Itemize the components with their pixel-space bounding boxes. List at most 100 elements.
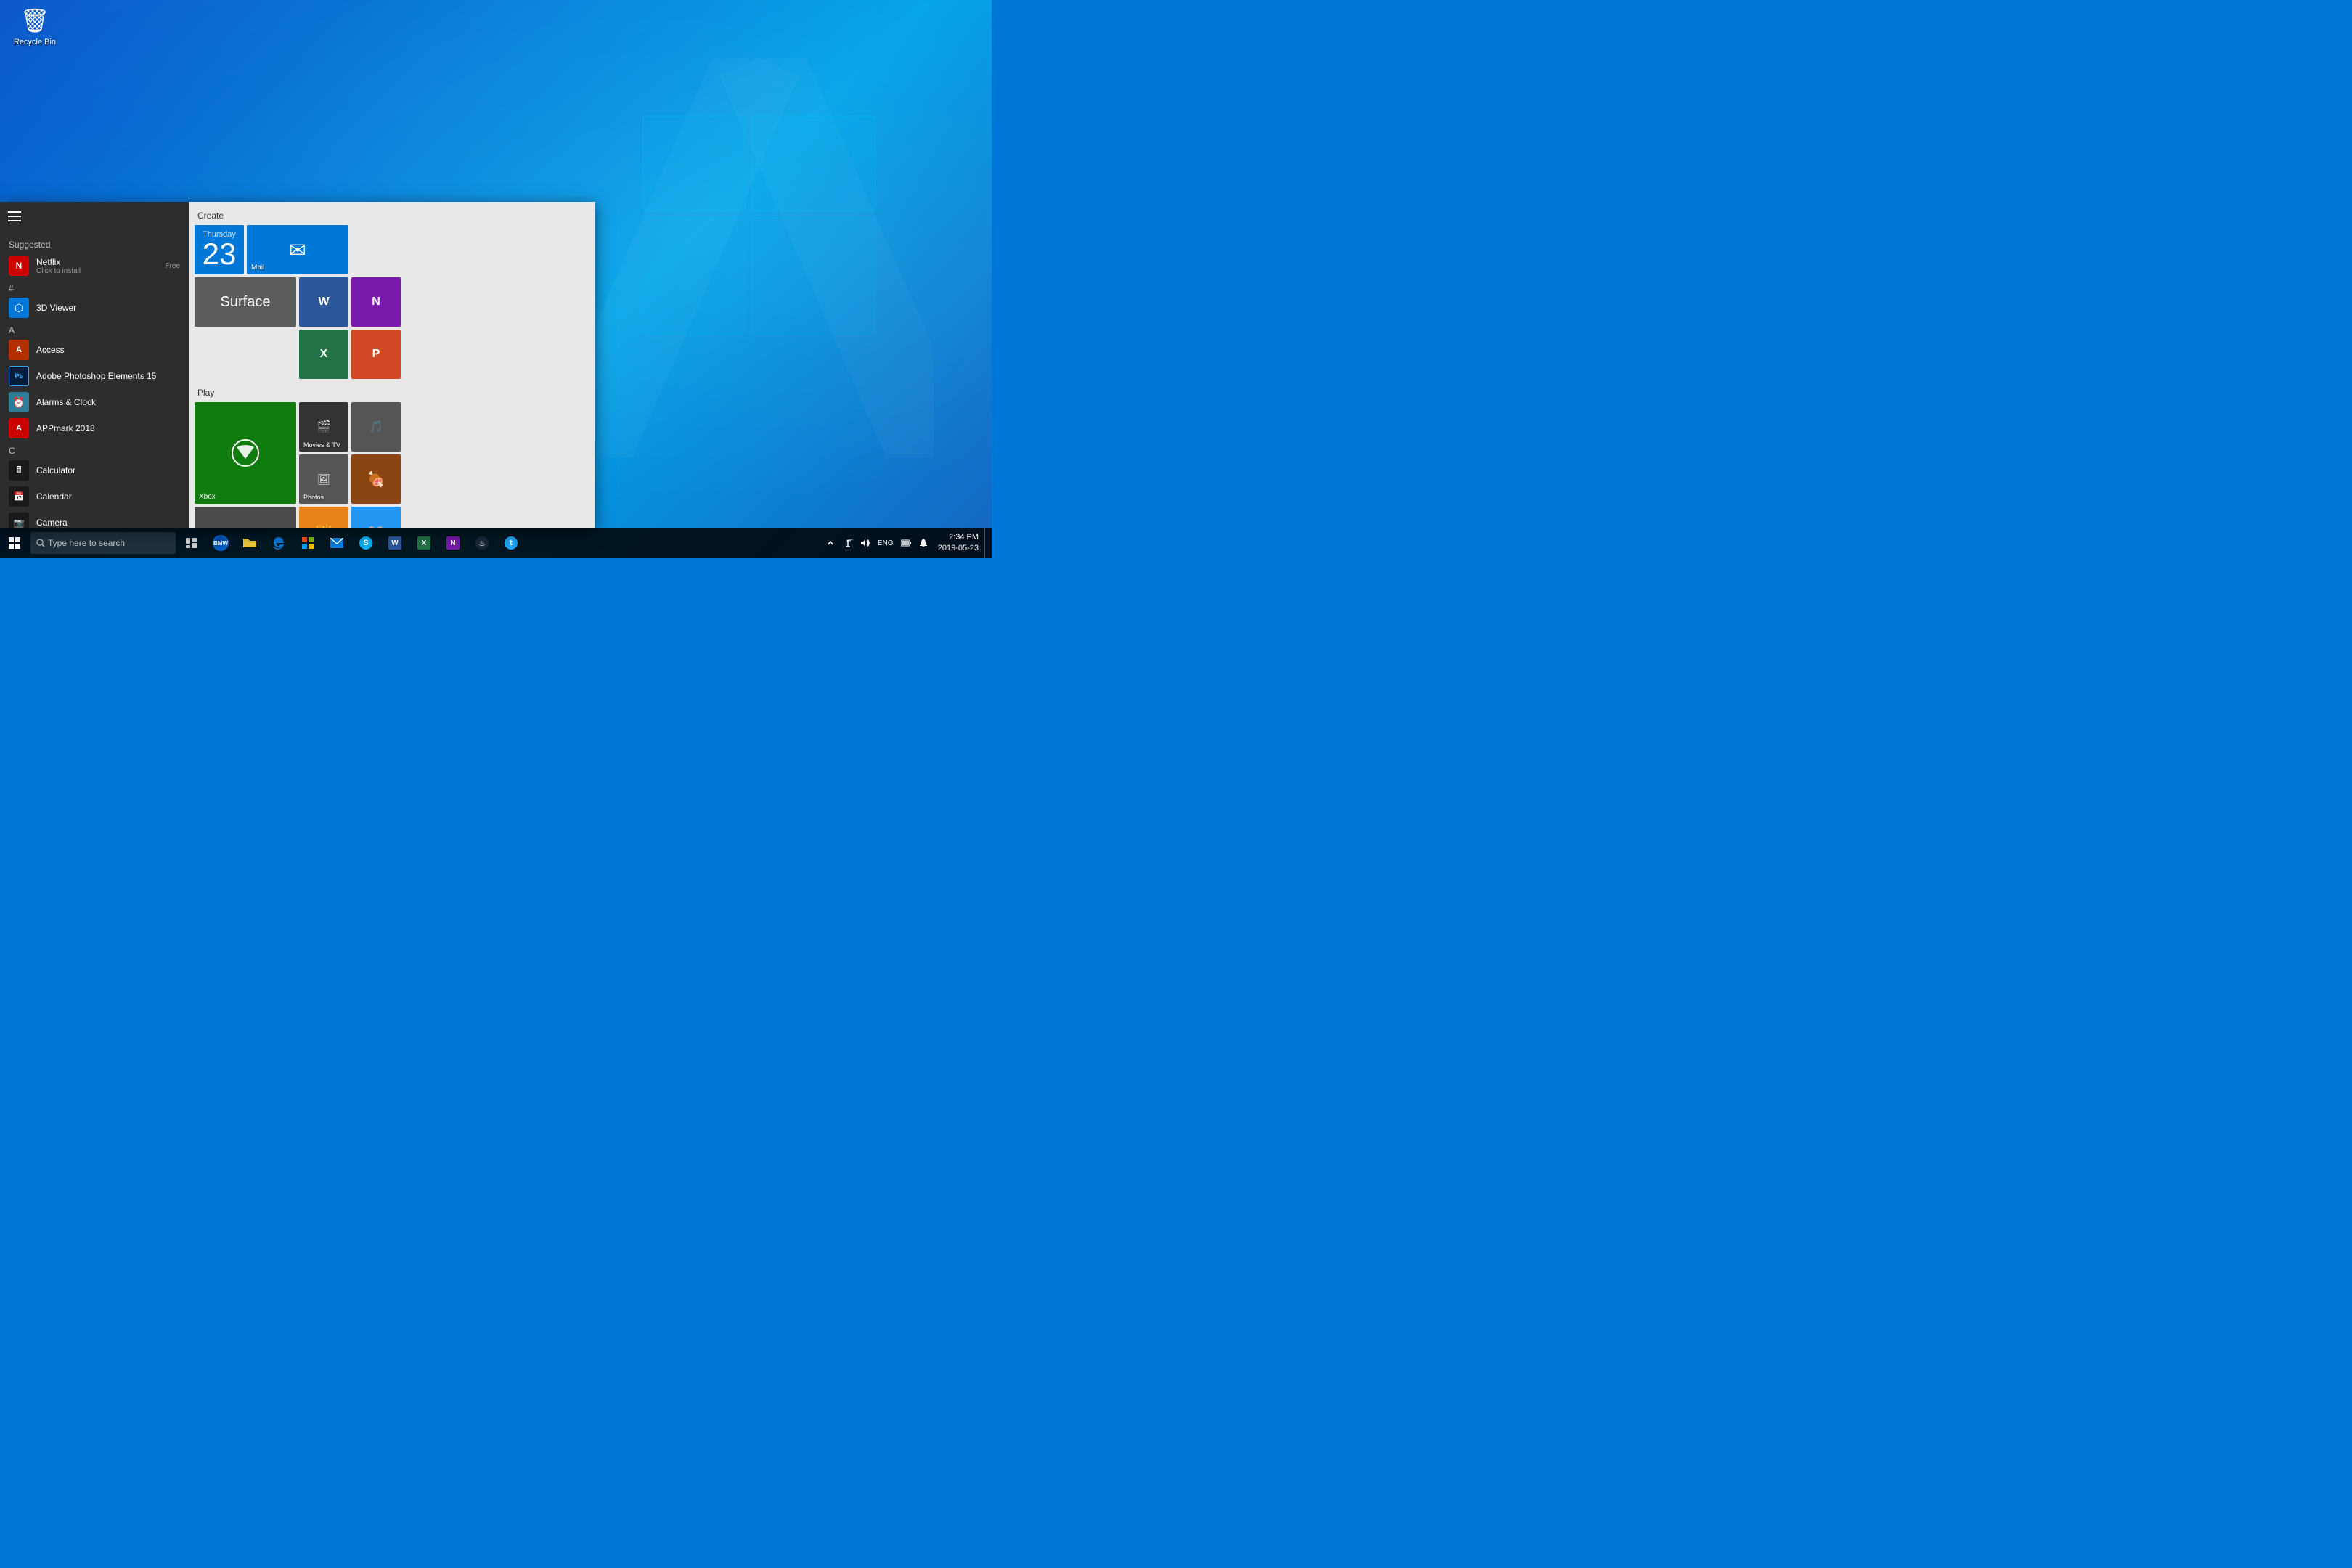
create-tiles-row1: Thursday 23 ✉ Mail [195, 225, 589, 274]
taskbar: Type here to search BMW [0, 528, 992, 558]
excel-icon: X [320, 348, 328, 361]
windows-logo-icon [9, 537, 20, 549]
start-menu-left-panel: Suggested N Netflix Click to install Fre… [0, 202, 189, 528]
mail-taskbar-icon [330, 538, 343, 548]
cluster-row1: 🎬 Movies & TV 🎵 [299, 402, 401, 452]
movies-icon: 🎬 [317, 420, 331, 434]
access-name: Access [36, 345, 180, 355]
desktop: 🗑 Recycle Bin Suggested N Netflix [0, 0, 992, 558]
section-a: A [0, 321, 189, 337]
tile-king[interactable]: 👑 [299, 507, 348, 528]
language-indicator[interactable]: ENG [874, 528, 897, 558]
word-icon: W [318, 295, 329, 309]
3dviewer-name: 3D Viewer [36, 303, 180, 313]
taskbar-excel[interactable]: X [409, 528, 438, 558]
network-icon[interactable] [839, 528, 857, 558]
tile-mickey[interactable]: 🐭 [351, 507, 401, 528]
small-tiles-cluster: 🎬 Movies & TV 🎵 🖼 Photos 🍖 [299, 402, 401, 504]
battery-icon[interactable] [897, 528, 915, 558]
tile-download[interactable]: ↓ [195, 507, 296, 528]
create-tiles-row2: Surface W N X [195, 277, 589, 379]
taskbar-search[interactable]: Type here to search [30, 532, 176, 554]
play-label: Play [195, 385, 589, 402]
chevron-up-icon [828, 540, 833, 546]
tile-xbox[interactable]: Xbox [195, 402, 296, 504]
app-item-appmark[interactable]: A APPmark 2018 [0, 415, 189, 441]
movies-label: Movies & TV [303, 441, 340, 449]
suggested-label: Suggested [0, 234, 189, 253]
show-desktop-button[interactable] [984, 528, 989, 558]
cal-day-name: Thursday [203, 230, 236, 239]
taskbar-steam[interactable]: ♨ [467, 528, 497, 558]
search-placeholder: Type here to search [48, 538, 125, 548]
system-clock[interactable]: 2:34 PM 2019-05-23 [932, 532, 984, 555]
netflix-subtitle: Click to install [36, 267, 165, 275]
app-item-calendar[interactable]: 📅 Calendar [0, 483, 189, 510]
calendar-icon: 📅 [9, 486, 29, 507]
taskbar-onenote[interactable]: N [438, 528, 467, 558]
tile-movies[interactable]: 🎬 Movies & TV [299, 402, 348, 452]
taskbar-twitter[interactable]: t [497, 528, 526, 558]
cluster-row2: 🖼 Photos 🍖 [299, 454, 401, 504]
taskbar-mail[interactable] [322, 528, 351, 558]
taskbar-edge[interactable] [264, 528, 293, 558]
file-explorer-icon [243, 537, 256, 549]
alarms-icon: ⏰ [9, 392, 29, 412]
recycle-bin-icon[interactable]: 🗑 Recycle Bin [6, 6, 64, 46]
app-item-alarms[interactable]: ⏰ Alarms & Clock [0, 389, 189, 415]
taskbar-file-explorer[interactable] [235, 528, 264, 558]
tile-word[interactable]: W [299, 277, 348, 327]
netflix-icon: N [9, 256, 29, 276]
hamburger-icon [8, 211, 21, 221]
taskbar-word[interactable]: W [380, 528, 409, 558]
ppt-icon: P [372, 348, 380, 361]
tile-excel[interactable]: X [299, 330, 348, 379]
app-item-access[interactable]: A Access [0, 337, 189, 363]
calendar-name: Calendar [36, 491, 180, 502]
bell-icon [918, 538, 928, 548]
tile-mail[interactable]: ✉ Mail [247, 225, 348, 274]
camera-icon: 📷 [9, 513, 29, 528]
tile-food[interactable]: 🍖 [351, 454, 401, 504]
bmw-logo: BMW [213, 535, 229, 551]
store-taskbar-icon [302, 537, 314, 549]
office-tiles: W N X P [299, 277, 401, 379]
app-item-netflix[interactable]: N Netflix Click to install Free [0, 253, 189, 279]
play-tiles-row2: ↓ 👑 🐭 March of Em... [195, 507, 589, 528]
taskbar-skype[interactable]: S [351, 528, 380, 558]
appmark-name: APPmark 2018 [36, 423, 180, 433]
tile-groove[interactable]: 🎵 [351, 402, 401, 452]
app-item-photoshop[interactable]: Ps Adobe Photoshop Elements 15 [0, 363, 189, 389]
tile-onenote[interactable]: N [351, 277, 401, 327]
taskbar-store[interactable] [293, 528, 322, 558]
start-button[interactable] [0, 528, 29, 558]
tile-calendar[interactable]: Thursday 23 [195, 225, 244, 274]
notification-icon[interactable] [915, 528, 932, 558]
battery-indicator [901, 539, 911, 547]
word-taskbar-icon: W [388, 536, 401, 550]
excel-taskbar-icon: X [417, 536, 430, 550]
clock-date: 2019-05-23 [938, 543, 979, 554]
taskbar-right: ENG 2:34 PM 2019-05-23 [819, 528, 992, 558]
game-row1: 👑 🐭 [299, 507, 401, 528]
start-menu-tiles: Create Thursday 23 ✉ Mail Surface [189, 202, 595, 528]
tile-photos[interactable]: 🖼 Photos [299, 454, 348, 504]
mickey-icon: 🐭 [368, 524, 384, 529]
tray-expand-button[interactable] [822, 528, 839, 558]
cal-day-num: 23 [203, 239, 237, 269]
task-view-button[interactable] [177, 528, 206, 558]
section-c: C [0, 441, 189, 457]
recycle-bin-image: 🗑 [20, 6, 49, 35]
app-item-calculator[interactable]: 🖩 Calculator [0, 457, 189, 483]
app-item-camera[interactable]: 📷 Camera [0, 510, 189, 528]
clock-time: 2:34 PM [949, 532, 979, 543]
app-item-3dviewer[interactable]: ⬡ 3D Viewer [0, 295, 189, 321]
start-hamburger-button[interactable] [0, 202, 29, 231]
photos-label: Photos [303, 494, 324, 501]
taskbar-bmw-icon[interactable]: BMW [206, 528, 235, 558]
start-app-list: Suggested N Netflix Click to install Fre… [0, 231, 189, 528]
tile-powerpoint[interactable]: P [351, 330, 401, 379]
groove-icon: 🎵 [369, 420, 383, 434]
tile-surface[interactable]: Surface [195, 277, 296, 327]
volume-icon[interactable] [857, 528, 874, 558]
